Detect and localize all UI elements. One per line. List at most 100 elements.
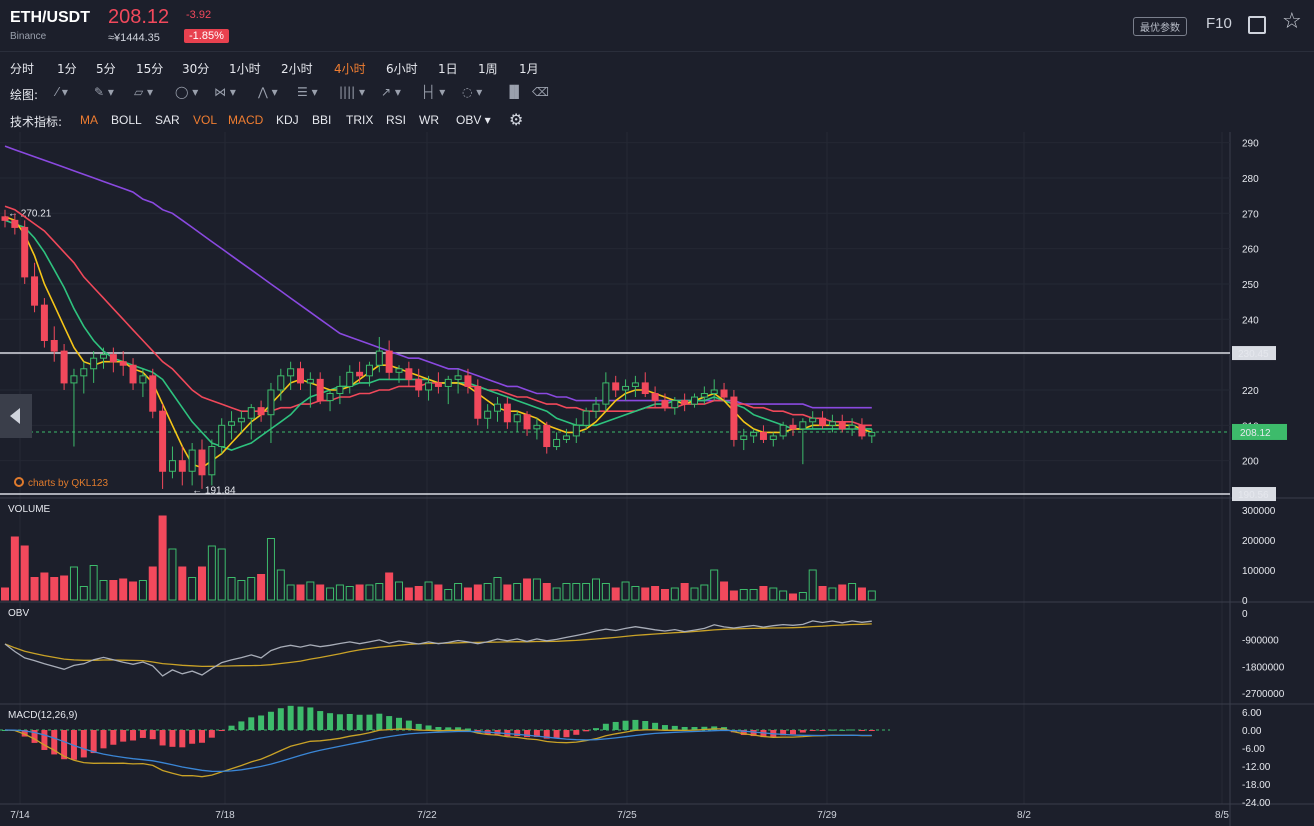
indicator-macd[interactable]: MACD [228,113,263,127]
macd-hist-56 [553,730,560,739]
delete-icon[interactable]: ⌫ [532,85,549,99]
macd-hist-85 [839,729,846,731]
macd-hist-18 [179,730,186,748]
candle-body-71 [700,393,708,398]
indicator-vol[interactable]: VOL [193,113,217,127]
period-tab-11[interactable]: 1月 [519,60,539,77]
candle-body-45 [444,378,452,387]
indicator-sar[interactable]: SAR [155,113,180,127]
period-tab-10[interactable]: 1周 [478,60,498,77]
volume-bar-7 [69,566,78,601]
price-tick-4: 250 [1242,280,1259,291]
credit-text: charts by QKL123 [28,478,109,489]
pen-tool-icon[interactable]: ✎ ▾ [94,85,114,99]
macd-hist-20 [199,730,205,743]
macd-hist-64 [632,719,639,730]
candle-body-60 [592,403,600,412]
volume-bar-45 [444,589,453,601]
period-tab-0[interactable]: 分时 [10,60,34,77]
draw-label: 绘图: [10,88,39,102]
indicator-ma[interactable]: MA [80,113,98,127]
volume-bar-25 [247,577,256,601]
period-tab-5[interactable]: 1小时 [229,60,261,77]
candle-body-38 [375,350,383,366]
volume-bar-64 [631,586,640,601]
price-tick-7: 220 [1242,386,1259,397]
period-tab-6[interactable]: 2小时 [281,60,313,77]
indicator-wr[interactable]: WR [419,113,439,127]
line-tool-icon[interactable]: ⁄ ▾ [56,85,68,99]
period-tab-3[interactable]: 15分 [136,60,163,77]
period-tab-2[interactable]: 5分 [96,60,116,77]
macd-hist-43 [425,725,432,730]
x-label-0: 7/14 [10,810,30,821]
volume-bar-77 [759,586,768,601]
candle-body-9 [90,357,98,370]
volume-bar-87 [857,587,866,601]
star-icon[interactable]: ☆ [1282,11,1302,33]
best-params-button[interactable]: 最优参数 [1133,17,1187,36]
volume-bar-73 [720,581,729,601]
candle-body-3 [31,276,39,306]
chart-area[interactable]: 290280270260250240230220210200230.45190.… [0,132,1314,826]
volume-bar-28 [276,569,285,601]
volume-bar-16 [158,515,167,601]
macd-hist-58 [573,730,580,735]
volume-bar-54 [532,578,541,601]
candle-body-46 [454,375,462,380]
indicator-obv[interactable]: OBV ▾ [456,113,491,127]
indicator-boll[interactable]: BOLL [111,113,142,127]
levels-tool-icon[interactable]: ☰ ▾ [297,85,318,99]
macd-tick-4: -18.00 [1242,780,1271,791]
macd-hist-36 [356,714,363,730]
current-tag: 208.12 [1240,428,1271,439]
period-tab-4[interactable]: 30分 [182,60,209,77]
candle-body-57 [562,435,570,440]
candle-body-33 [326,393,334,402]
volume-bar-27 [266,538,275,601]
pattern-tool-icon[interactable]: ⋀ ▾ [258,85,278,99]
volume-bar-34 [335,584,344,601]
candle-body-80 [789,424,797,430]
candle-body-25 [247,407,255,419]
candle-body-28 [277,375,285,391]
indicator-bbi[interactable]: BBI [312,113,331,127]
range-tool-icon[interactable]: ├┤ ▾ [421,85,445,99]
macd-hist-23 [228,725,235,730]
macd-hist-68 [671,725,678,730]
volume-bar-9 [89,565,98,601]
fib-tool-icon[interactable]: ⋈ ▾ [214,85,236,99]
scroll-left-button[interactable] [0,394,32,438]
candle-body-85 [838,421,846,430]
period-tab-7[interactable]: 4小时 [334,60,366,77]
header-bar: ETH/USDT Binance 208.12 -3.92 ≈¥1444.35 … [0,0,1314,52]
x-label-4: 7/29 [817,810,837,821]
channel-tool-icon[interactable]: ▱ ▾ [134,85,153,99]
volume-bar-13 [129,581,138,601]
volume-bar-52 [513,583,522,601]
indicator-trix[interactable]: TRIX [346,113,373,127]
pair-name: ETH/USDT [10,9,90,26]
indicator-kdj[interactable]: KDJ [276,113,299,127]
comment-tool-icon[interactable]: ◌ ▾ [462,85,482,99]
period-tab-9[interactable]: 1日 [438,60,458,77]
fullscreen-icon[interactable] [1248,16,1266,34]
macd-hist-63 [622,720,629,730]
macd-tick-5: -24.00 [1242,798,1271,809]
candle-body-64 [631,382,639,387]
gear-icon[interactable]: ⚙ [509,110,523,129]
macd-hist-14 [139,730,146,738]
f10-button[interactable]: F10 [1206,15,1232,32]
volume-bar-26 [257,574,266,601]
macd-hist-84 [829,729,836,731]
period-tab-1[interactable]: 1分 [57,60,77,77]
chart-type-icon[interactable]: ▐▌ [505,85,523,99]
ellipse-tool-icon[interactable]: ◯ ▾ [175,85,198,99]
indicator-rsi[interactable]: RSI [386,113,406,127]
volume-bar-63 [621,581,630,601]
bars-tool-icon[interactable]: |||| ▾ [339,85,365,99]
arrow-tool-icon[interactable]: ↗ ▾ [381,85,401,99]
period-tab-8[interactable]: 6小时 [386,60,418,77]
volume-label: VOLUME [8,504,51,515]
price-tick-1: 280 [1242,174,1259,185]
